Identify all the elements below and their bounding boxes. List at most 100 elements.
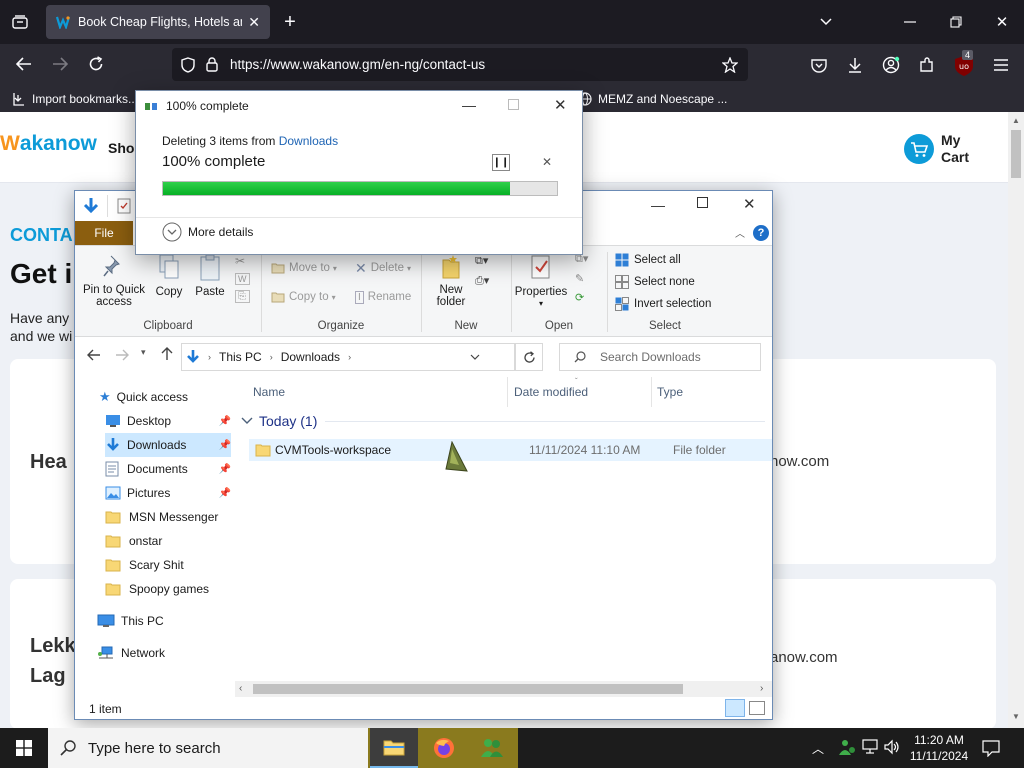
refresh-button[interactable] <box>515 343 543 371</box>
collapse-ribbon-chevron-icon[interactable]: ︿ <box>735 225 745 240</box>
restore-window-icon[interactable] <box>944 12 968 32</box>
menu-hamburger-icon[interactable] <box>990 54 1012 76</box>
chevron-down-icon[interactable] <box>816 12 836 32</box>
lock-icon[interactable] <box>206 57 218 72</box>
horizontal-scrollbar-thumb[interactable] <box>253 684 683 694</box>
nav-item-spoopy-games[interactable]: Spoopy games <box>105 577 231 601</box>
bookmark-memz[interactable]: MEMZ and Noescape ... <box>578 92 727 106</box>
minimize-icon[interactable]: — <box>651 197 665 213</box>
help-icon[interactable]: ? <box>753 225 769 241</box>
paste-shortcut-icon[interactable]: ⎘ <box>235 290 250 303</box>
new-folder-button[interactable]: New folder <box>429 254 473 308</box>
url-text[interactable]: https://www.wakanow.gm/en-ng/contact-us <box>230 57 722 72</box>
ribbon-tab-file[interactable]: File <box>75 221 133 245</box>
minimize-window-icon[interactable] <box>898 12 922 32</box>
close-tab-icon[interactable]: ✕ <box>248 14 260 31</box>
nav-item-msn-messenger[interactable]: MSN Messenger <box>105 505 231 529</box>
address-bar[interactable]: › This PC › Downloads › <box>181 343 515 371</box>
edit-icon[interactable]: ✎ <box>575 272 588 285</box>
back-arrow-icon[interactable] <box>14 54 34 74</box>
nav-network[interactable]: Network <box>97 641 231 665</box>
cut-icon[interactable]: ✂ <box>235 254 250 268</box>
extensions-puzzle-icon[interactable] <box>916 54 938 76</box>
more-details-button[interactable]: More details <box>162 222 253 242</box>
column-header-name[interactable]: Name <box>253 385 285 399</box>
system-clock[interactable]: 11:20 AM 11/11/2024 <box>900 728 978 768</box>
cancel-operation-icon[interactable]: ✕ <box>542 155 552 169</box>
breadcrumb-downloads[interactable]: Downloads <box>281 350 340 364</box>
bookmark-import[interactable]: Import bookmarks... <box>12 92 138 106</box>
copy-path-icon[interactable]: W <box>235 273 250 285</box>
reload-icon[interactable] <box>86 54 106 74</box>
tray-messenger-icon[interactable] <box>838 738 856 756</box>
tracking-protection-shield-icon[interactable] <box>180 56 196 73</box>
nav-item-scary-shit[interactable]: Scary Shit <box>105 553 231 577</box>
page-scrollbar[interactable]: ▲ ▼ <box>1008 112 1024 728</box>
new-item-icon[interactable]: ⧉▾ <box>475 254 489 268</box>
scrollbar-thumb[interactable] <box>1011 130 1021 178</box>
office-card-email[interactable]: now.com <box>770 453 829 470</box>
account-icon[interactable] <box>880 54 902 76</box>
nav-quick-access[interactable]: ★ Quick access <box>99 385 239 409</box>
paste-button[interactable]: Paste <box>193 254 227 298</box>
scroll-down-icon[interactable]: ▼ <box>1012 712 1020 721</box>
horizontal-scrollbar[interactable]: ‹ › <box>235 681 772 697</box>
recent-locations-chevron-icon[interactable]: ▾ <box>141 347 146 358</box>
up-arrow-icon[interactable] <box>161 347 173 361</box>
column-header-date-modified[interactable]: Date modified <box>514 385 588 399</box>
downloads-arrow-icon[interactable] <box>844 54 866 76</box>
maximize-icon[interactable] <box>697 197 708 208</box>
pin-to-quick-access-button[interactable]: Pin to Quick access <box>81 254 147 308</box>
nav-item-desktop[interactable]: Desktop 📌 <box>105 409 231 433</box>
select-all-button[interactable]: Select all <box>615 250 681 270</box>
search-box[interactable]: Search Downloads <box>559 343 761 371</box>
details-view-icon[interactable] <box>725 699 745 717</box>
volume-icon[interactable] <box>884 739 900 755</box>
large-icons-view-icon[interactable] <box>749 701 765 715</box>
taskbar-file-explorer[interactable] <box>370 728 418 768</box>
taskbar-firefox[interactable] <box>420 728 468 768</box>
copy-to-button[interactable]: Copy to ▾ <box>271 287 336 307</box>
ublock-origin-icon[interactable]: uo 4 <box>952 50 978 78</box>
minimize-icon[interactable]: — <box>462 97 476 113</box>
select-none-button[interactable]: Select none <box>615 272 695 292</box>
nav-item-downloads[interactable]: Downloads 📌 <box>105 433 231 457</box>
scroll-up-icon[interactable]: ▲ <box>1012 116 1020 125</box>
nav-item-pictures[interactable]: Pictures 📌 <box>105 481 231 505</box>
bookmark-star-icon[interactable] <box>722 56 738 73</box>
move-to-button[interactable]: Move to ▾ <box>271 258 337 278</box>
wakanow-logo[interactable]: Wakanow <box>0 132 97 156</box>
scroll-right-icon[interactable]: › <box>760 683 763 694</box>
nav-item-onstar[interactable]: onstar <box>105 529 231 553</box>
group-header-today[interactable]: Today (1) <box>241 413 766 429</box>
file-row[interactable]: CVMTools-workspace 11/11/2024 11:10 AM F… <box>249 439 772 461</box>
nav-this-pc[interactable]: This PC <box>97 609 231 633</box>
close-icon[interactable]: ✕ <box>743 195 756 213</box>
my-cart-button[interactable]: My Cart <box>904 132 969 166</box>
address-history-chevron-icon[interactable] <box>470 354 480 360</box>
scroll-left-icon[interactable]: ‹ <box>239 683 242 694</box>
properties-quick-icon[interactable] <box>117 198 131 214</box>
rename-button[interactable]: I Rename <box>355 287 411 307</box>
easy-access-icon[interactable]: ⎙▾ <box>475 274 489 288</box>
taskbar-search-box[interactable]: Type here to search <box>48 728 368 768</box>
breadcrumb-this-pc[interactable]: This PC <box>219 350 262 364</box>
network-tray-icon[interactable] <box>862 739 880 755</box>
url-bar[interactable]: https://www.wakanow.gm/en-ng/contact-us <box>172 48 748 81</box>
pocket-icon[interactable] <box>808 54 830 76</box>
history-icon[interactable]: ⟳ <box>575 291 588 304</box>
back-arrow-icon[interactable] <box>87 349 101 361</box>
invert-selection-button[interactable]: Invert selection <box>615 294 711 314</box>
list-all-tabs-icon[interactable] <box>8 12 32 32</box>
column-header-type[interactable]: Type <box>657 385 683 399</box>
downloads-link[interactable]: Downloads <box>279 134 338 148</box>
nav-item-documents[interactable]: Documents 📌 <box>105 457 231 481</box>
close-window-icon[interactable]: ✕ <box>990 12 1014 32</box>
copy-button[interactable]: Copy <box>153 254 185 298</box>
pause-button[interactable]: ❙❙ <box>492 154 510 171</box>
office-card-email[interactable]: anow.com <box>770 649 838 666</box>
show-hidden-icons-chevron-icon[interactable]: ︿ <box>812 740 824 757</box>
browser-tab-active[interactable]: Book Cheap Flights, Hotels and ✕ <box>46 5 270 39</box>
notifications-icon[interactable] <box>982 739 1000 757</box>
properties-button[interactable]: Properties ▾ <box>515 254 567 310</box>
